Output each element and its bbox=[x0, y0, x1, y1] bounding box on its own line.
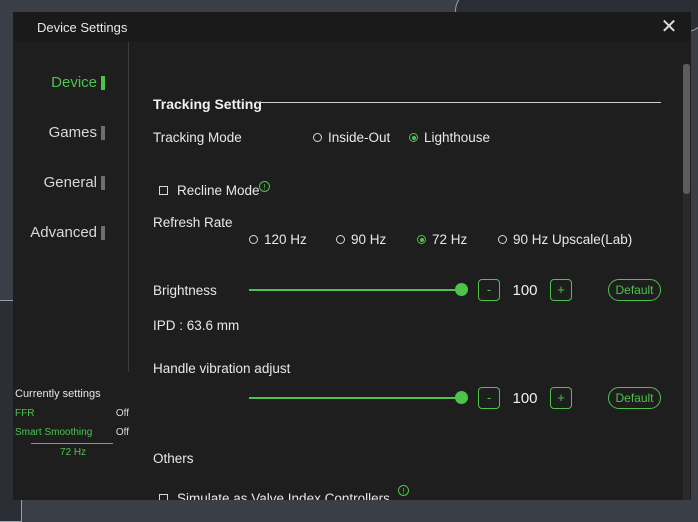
section-divider bbox=[255, 102, 661, 103]
ffr-label: FFR bbox=[15, 408, 35, 419]
current-settings-title: Currently settings bbox=[15, 388, 101, 400]
checkbox-label: Recline Mode bbox=[177, 183, 260, 198]
radio-lighthouse[interactable]: Lighthouse bbox=[409, 130, 490, 145]
item-indicator bbox=[101, 175, 105, 190]
close-icon[interactable]: ✕ bbox=[659, 16, 679, 38]
radio-icon bbox=[313, 133, 322, 142]
radio-label: Inside-Out bbox=[328, 130, 391, 145]
sidebar-item-label: Device bbox=[51, 74, 97, 91]
item-indicator bbox=[101, 225, 105, 240]
radio-label: 72 Hz bbox=[432, 232, 468, 247]
vibration-value: 100 bbox=[512, 390, 538, 407]
radio-inside-out[interactable]: Inside-Out bbox=[313, 130, 390, 145]
radio-icon bbox=[336, 235, 345, 244]
item-indicator bbox=[101, 125, 105, 140]
tracking-mode-label: Tracking Mode bbox=[153, 130, 242, 145]
vibration-default-button[interactable]: Default bbox=[608, 387, 661, 409]
sidebar-item-advanced[interactable]: Advanced bbox=[30, 224, 105, 241]
brightness-label: Brightness bbox=[153, 283, 217, 298]
radio-90hz[interactable]: 90 Hz bbox=[336, 232, 386, 247]
checkbox-icon bbox=[159, 494, 168, 500]
info-icon[interactable]: ! bbox=[259, 181, 270, 192]
title-bar: Device Settings ✕ bbox=[13, 12, 691, 42]
sidebar-item-device[interactable]: Device bbox=[51, 74, 105, 91]
radio-selected-icon bbox=[409, 133, 418, 142]
recline-mode-checkbox[interactable]: Recline Mode bbox=[159, 183, 260, 198]
summary-divider bbox=[31, 443, 113, 444]
radio-72hz[interactable]: 72 Hz bbox=[417, 232, 467, 247]
refresh-rate-label: Refresh Rate bbox=[153, 215, 233, 230]
scrollbar-thumb[interactable] bbox=[683, 64, 690, 194]
sidebar-item-games[interactable]: Games bbox=[49, 124, 105, 141]
sidebar-divider bbox=[128, 42, 129, 372]
radio-120hz[interactable]: 120 Hz bbox=[249, 232, 307, 247]
checkbox-icon bbox=[159, 186, 168, 195]
sidebar-item-general[interactable]: General bbox=[44, 174, 105, 191]
brightness-default-button[interactable]: Default bbox=[608, 279, 661, 301]
sidebar-item-label: Advanced bbox=[30, 224, 97, 241]
vibration-decrease-button[interactable]: - bbox=[478, 387, 500, 409]
info-icon[interactable]: ! bbox=[398, 485, 409, 496]
brightness-slider-track[interactable] bbox=[249, 289, 462, 291]
current-refresh-value: 72 Hz bbox=[59, 447, 87, 458]
radio-label: 90 Hz bbox=[351, 232, 387, 247]
checkbox-label: Simulate as Valve Index Controllers bbox=[177, 491, 390, 500]
settings-content: Tracking Setting Tracking Mode Inside-Ou… bbox=[130, 42, 691, 500]
vibration-label: Handle vibration adjust bbox=[153, 361, 291, 376]
vibration-increase-button[interactable]: + bbox=[550, 387, 572, 409]
others-label: Others bbox=[153, 451, 194, 466]
smart-smoothing-label: Smart Smoothing bbox=[15, 427, 93, 438]
scrollbar[interactable] bbox=[683, 64, 690, 500]
vibration-slider-thumb[interactable] bbox=[455, 391, 468, 404]
sidebar-item-label: Games bbox=[48, 124, 97, 141]
vibration-slider-track[interactable] bbox=[249, 397, 462, 399]
ipd-value: IPD : 63.6 mm bbox=[153, 318, 240, 333]
radio-icon bbox=[498, 235, 507, 244]
window-title: Device Settings bbox=[37, 20, 128, 35]
radio-label: Lighthouse bbox=[424, 130, 491, 145]
ffr-value: Off bbox=[115, 408, 129, 419]
radio-label: 120 Hz bbox=[264, 232, 307, 247]
radio-label: 90 Hz Upscale(Lab) bbox=[513, 232, 633, 247]
brightness-decrease-button[interactable]: - bbox=[478, 279, 500, 301]
sidebar-item-label: General bbox=[43, 174, 97, 191]
active-indicator bbox=[101, 75, 105, 90]
simulate-index-checkbox[interactable]: Simulate as Valve Index Controllers bbox=[159, 491, 390, 500]
tracking-section-title: Tracking Setting bbox=[153, 96, 262, 112]
brightness-slider-thumb[interactable] bbox=[455, 283, 468, 296]
radio-90hz-upscale[interactable]: 90 Hz Upscale(Lab) bbox=[498, 232, 632, 247]
radio-icon bbox=[249, 235, 258, 244]
brightness-increase-button[interactable]: + bbox=[550, 279, 572, 301]
device-settings-window: Device Settings ✕ Device Games General A… bbox=[13, 12, 691, 500]
radio-selected-icon bbox=[417, 235, 426, 244]
brightness-value: 100 bbox=[512, 282, 538, 299]
smart-smoothing-value: Off bbox=[115, 427, 129, 438]
